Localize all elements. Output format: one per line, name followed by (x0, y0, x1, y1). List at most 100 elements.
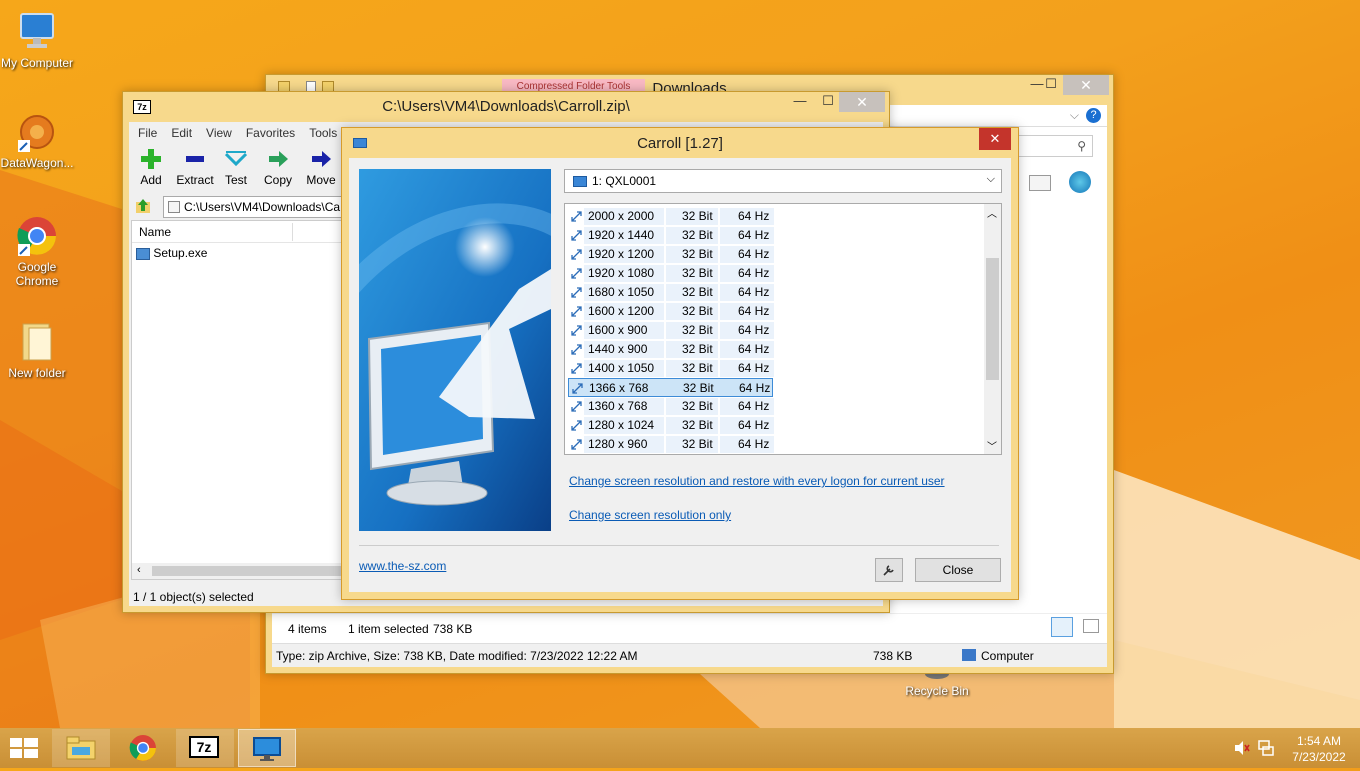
resolution-row[interactable]: 1920 x 1440 32 Bit 64 Hz (568, 226, 774, 245)
test-label: Test (224, 173, 247, 187)
resolution-value: 1366 x 768 (589, 381, 649, 395)
change-resolution-only-link[interactable]: Change screen resolution only (569, 508, 731, 522)
extract-button[interactable]: Extract (175, 148, 215, 187)
resize-arrow-icon (571, 287, 582, 298)
taskbar-file-explorer-button[interactable] (52, 729, 110, 767)
menu-favorites[interactable]: Favorites (239, 124, 302, 142)
test-icon (224, 151, 248, 167)
computer-icon (15, 10, 59, 54)
resolution-row[interactable]: 1600 x 900 32 Bit 64 Hz (568, 321, 774, 340)
chevron-down-icon[interactable]: ⌵ (1070, 108, 1079, 123)
change-resolution-restore-link[interactable]: Change screen resolution and restore wit… (569, 474, 945, 488)
test-button[interactable]: Test (221, 148, 251, 187)
resolution-row[interactable]: 1920 x 1200 32 Bit 64 Hz (568, 245, 774, 264)
desktop-icon-my-computer[interactable]: My Computer (0, 10, 76, 70)
website-link[interactable]: www.the-sz.com (359, 559, 446, 573)
column-name-header[interactable]: Name (139, 225, 171, 239)
scroll-thumb[interactable] (152, 566, 346, 576)
move-icon (312, 151, 331, 167)
list-header: Name (132, 221, 346, 243)
explorer-maximize-button[interactable]: ☐ (1036, 75, 1066, 95)
scroll-left-icon[interactable]: ‹ (137, 564, 141, 576)
bit-depth-value: 32 Bit (682, 247, 713, 261)
display-select[interactable]: 1: QXL0001 ⌵ (564, 169, 1002, 193)
divider (359, 545, 999, 546)
resolution-row[interactable]: 1440 x 900 32 Bit 64 Hz (568, 340, 774, 359)
search-icon[interactable]: ⚲ (1077, 139, 1086, 153)
wrench-icon (883, 565, 894, 576)
resolution-row[interactable]: 1366 x 768 32 Bit 64 Hz (568, 378, 773, 397)
volume-muted-icon[interactable] (1234, 740, 1250, 759)
search-input[interactable]: ⚲ (1013, 135, 1093, 157)
resolution-row[interactable]: 1600 x 1200 32 Bit 64 Hz (568, 302, 774, 321)
up-folder-icon[interactable] (135, 198, 151, 214)
horizontal-scrollbar[interactable]: ‹ (132, 563, 346, 579)
carroll-close-x-button[interactable]: ✕ (979, 128, 1011, 150)
details-view-icon[interactable] (1051, 617, 1073, 637)
desktop-icon-datawagon[interactable]: DataWagon... (0, 110, 76, 170)
explorer-close-button[interactable]: ✕ (1063, 75, 1109, 95)
carroll-titlebar[interactable]: Carroll [1.27] ✕ (342, 128, 1018, 158)
move-button[interactable]: Move (303, 148, 339, 187)
sevenzip-titlebar[interactable]: 7z C:\Users\VM4\Downloads\Carroll.zip\ —… (123, 92, 889, 122)
resolution-value: 1920 x 1200 (588, 247, 655, 261)
resize-arrow-icon (571, 230, 582, 241)
globe-icon[interactable] (1069, 171, 1091, 193)
large-icons-view-icon[interactable] (1083, 619, 1099, 633)
sevenzip-menubar: File Edit View Favorites Tools (131, 124, 344, 142)
resolution-list[interactable]: 2000 x 2000 32 Bit 64 Hz 1920 x 1440 32 Bit 6… (564, 203, 1002, 455)
taskbar-7zip-button[interactable]: 7z (176, 729, 234, 767)
scroll-up-icon[interactable]: ︿ (987, 205, 997, 220)
vertical-scrollbar[interactable]: ︿ ﹀ (984, 204, 1001, 454)
resolution-row[interactable]: 1680 x 1050 32 Bit 64 Hz (568, 283, 774, 302)
resolution-row[interactable]: 1400 x 1050 32 Bit 64 Hz (568, 359, 774, 378)
network-icon[interactable] (1258, 740, 1274, 759)
menu-view[interactable]: View (199, 124, 239, 142)
move-label: Move (306, 173, 336, 187)
bit-depth-value: 32 Bit (683, 381, 714, 395)
help-icon[interactable]: ? (1086, 108, 1101, 123)
copy-button[interactable]: Copy (261, 148, 295, 187)
refresh-rate-value: 64 Hz (738, 342, 770, 356)
copy-label: Copy (263, 173, 292, 187)
carroll-window[interactable]: Carroll [1.27] ✕ 1: QXL0001 ⌵ 2000 x 200… (341, 127, 1019, 600)
sevenzip-status-text: 1 / 1 object(s) selected (133, 590, 254, 604)
clock[interactable]: 1:54 AM 7/23/2022 (1286, 733, 1352, 765)
menu-file[interactable]: File (131, 124, 164, 142)
resolution-row[interactable]: 1360 x 768 32 Bit 64 Hz (568, 397, 774, 416)
chevron-down-icon[interactable]: ⌵ (987, 173, 995, 186)
resolution-row[interactable]: 1920 x 1080 32 Bit 64 Hz (568, 264, 774, 283)
add-button[interactable]: Add (135, 148, 167, 187)
settings-button[interactable] (875, 558, 903, 582)
menu-edit[interactable]: Edit (164, 124, 199, 142)
view-icon[interactable] (1029, 175, 1051, 191)
resolution-value: 1440 x 900 (588, 342, 648, 356)
chrome-icon (15, 214, 59, 258)
resolution-row[interactable]: 1280 x 960 32 Bit 64 Hz (568, 435, 774, 454)
resize-arrow-icon (571, 325, 582, 336)
refresh-rate-value: 64 Hz (738, 247, 770, 261)
resolution-row[interactable]: 2000 x 2000 32 Bit 64 Hz (568, 207, 774, 226)
resolution-value: 1920 x 1080 (588, 266, 655, 280)
sevenzip-close-button[interactable]: ✕ (839, 92, 885, 112)
menu-tools[interactable]: Tools (302, 124, 344, 142)
taskbar-chrome-button[interactable] (114, 729, 172, 767)
path-field[interactable]: C:\Users\VM4\Downloads\Ca (163, 196, 353, 218)
list-item[interactable]: Setup.exe (136, 246, 207, 260)
file-list[interactable]: Name Setup.exe ‹ (131, 220, 347, 580)
bit-depth-value: 32 Bit (682, 342, 713, 356)
scroll-thumb[interactable] (986, 258, 999, 380)
taskbar-carroll-button[interactable] (238, 729, 296, 767)
sevenzip-title: C:\Users\VM4\Downloads\Carroll.zip\ (382, 98, 630, 115)
resolution-value: 1600 x 1200 (588, 304, 655, 318)
start-button[interactable] (10, 738, 38, 761)
resolution-row[interactable]: 1280 x 1024 32 Bit 64 Hz (568, 416, 774, 435)
desktop-icon-google-chrome[interactable]: Google Chrome (0, 214, 76, 288)
resolution-value: 1400 x 1050 (588, 361, 655, 375)
file-explorer-icon (66, 736, 96, 760)
desktop-icon-new-folder[interactable]: New folder (0, 320, 76, 380)
scroll-down-icon[interactable]: ﹀ (987, 438, 997, 453)
refresh-rate-value: 64 Hz (739, 381, 771, 395)
sevenzip-minimize-button[interactable]: — (785, 92, 815, 112)
close-button[interactable]: Close (915, 558, 1001, 582)
